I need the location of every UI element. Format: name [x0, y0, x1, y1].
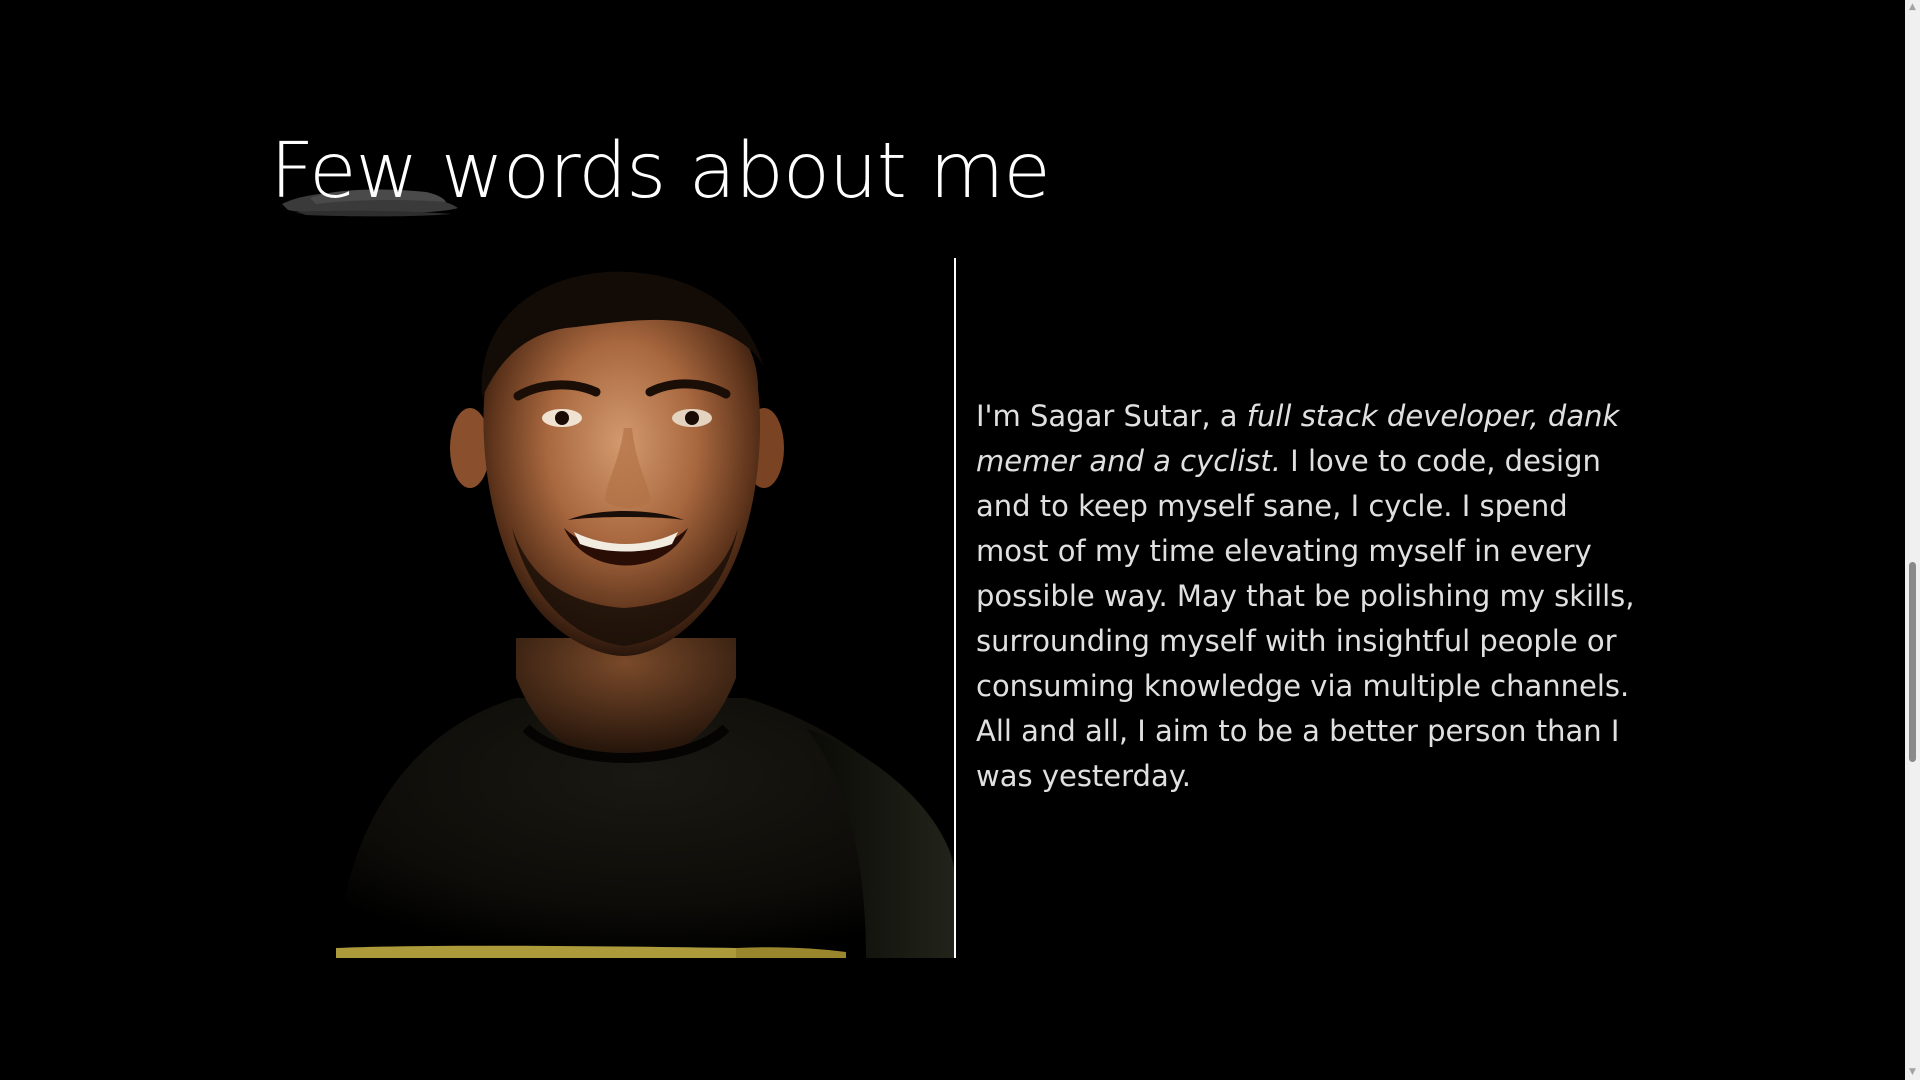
scroll-down-arrow-icon[interactable]: ▼ [1905, 1065, 1920, 1080]
heading-wrap: Few words about me [270, 122, 1051, 222]
profile-photo [306, 258, 954, 958]
scroll-up-arrow-icon[interactable]: ▲ [1905, 0, 1920, 15]
about-section: Few words about me I'm Sagar Sutar, a fu… [0, 0, 1920, 1080]
scrollbar-thumb[interactable] [1909, 562, 1916, 762]
page-title: Few words about me [270, 127, 1051, 216]
bio-rest: I love to code, design and to keep mysel… [976, 444, 1635, 793]
vertical-scrollbar[interactable]: ▲ ▼ [1905, 0, 1920, 1080]
vertical-divider [954, 258, 956, 958]
bio-intro: I'm Sagar Sutar, a [976, 399, 1247, 433]
bio-paragraph: I'm Sagar Sutar, a full stack developer,… [976, 394, 1636, 799]
